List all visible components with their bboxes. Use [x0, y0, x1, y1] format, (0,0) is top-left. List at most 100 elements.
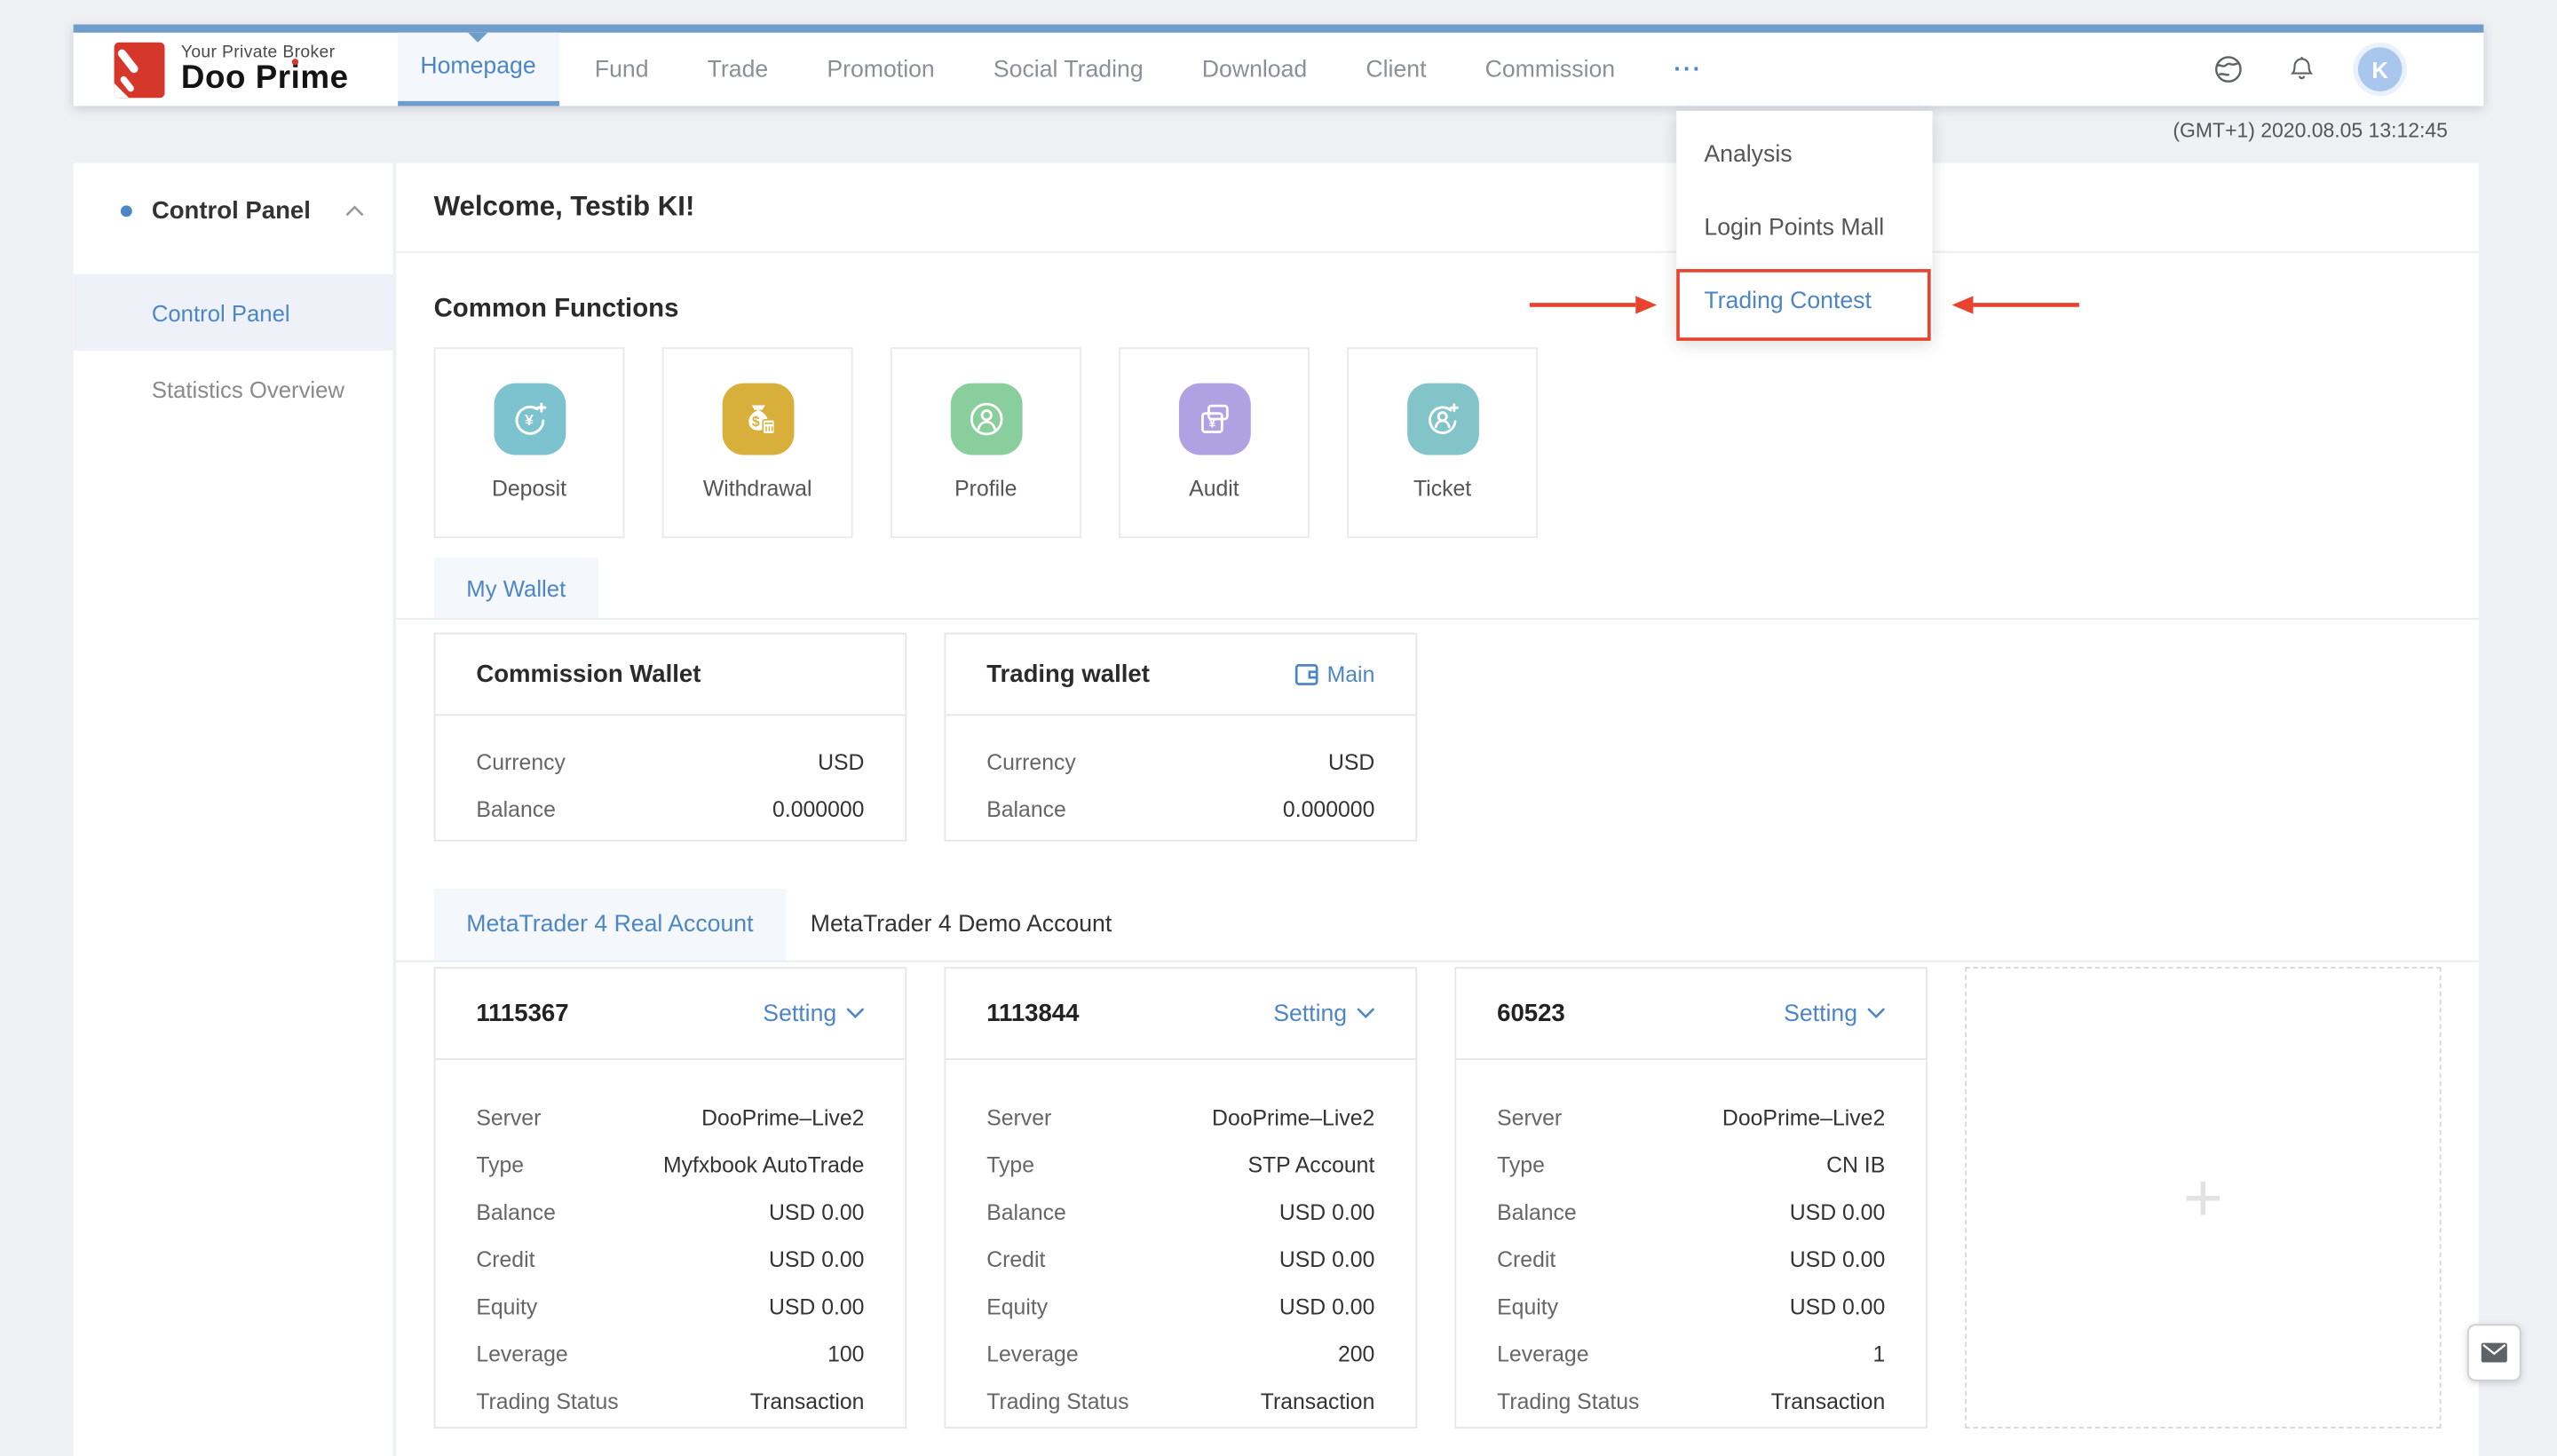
- account-row-leverage: Leverage100: [476, 1331, 864, 1378]
- sidebar-group-control-panel[interactable]: Control Panel: [74, 163, 393, 258]
- setting-dropdown-button[interactable]: Setting: [1784, 1001, 1885, 1026]
- brand-name: Doo Prime: [181, 62, 349, 97]
- profile-label: Profile: [954, 476, 1017, 501]
- ticket-card[interactable]: Ticket: [1347, 347, 1538, 538]
- setting-dropdown-button[interactable]: Setting: [1273, 1001, 1374, 1026]
- account-row-trading-status: Trading StatusTransaction: [986, 1378, 1374, 1425]
- withdrawal-card[interactable]: $ Withdrawal: [662, 347, 853, 538]
- wallet-row-currency: CurrencyUSD: [986, 739, 1374, 786]
- audit-label: Audit: [1189, 476, 1239, 501]
- account-row-credit: CreditUSD 0.00: [1497, 1236, 1885, 1283]
- deposit-card[interactable]: ¥ Deposit: [434, 347, 625, 538]
- withdrawal-icon: $: [722, 384, 794, 455]
- menu-item-login-points-mall[interactable]: Login Points Mall: [1676, 191, 1932, 265]
- common-functions-title: Common Functions: [434, 295, 2442, 324]
- doo-prime-logo[interactable]: Your Private Broker Doo Prime: [115, 33, 349, 107]
- nav-homepage[interactable]: Homepage: [398, 33, 559, 107]
- nav-client[interactable]: Client: [1343, 33, 1450, 107]
- account-row-leverage: Leverage1: [1497, 1331, 1885, 1378]
- account-row-server: ServerDooPrime–Live2: [1497, 1094, 1885, 1141]
- nav-trade[interactable]: Trade: [685, 33, 791, 107]
- notifications-bell-icon[interactable]: [2286, 52, 2317, 87]
- menu-item-trading-contest[interactable]: Trading Contest: [1676, 265, 1932, 338]
- nav-promotion[interactable]: Promotion: [804, 33, 958, 107]
- tab-mt4-real-account[interactable]: MetaTrader 4 Real Account: [434, 889, 787, 961]
- account-card-1115367: 1115367 Setting ServerDooPrime–Live2 Typ…: [434, 967, 907, 1428]
- nav-fund[interactable]: Fund: [572, 33, 671, 107]
- commission-wallet-card: Commission Wallet CurrencyUSD Balance0.0…: [434, 633, 907, 842]
- account-row-server: ServerDooPrime–Live2: [986, 1094, 1374, 1141]
- svg-text:$: $: [751, 415, 759, 430]
- trading-wallet-card: Trading wallet Main CurrencyUSD Balance0…: [944, 633, 1417, 842]
- account-row-trading-status: Trading StatusTransaction: [1497, 1378, 1885, 1425]
- account-row-leverage: Leverage200: [986, 1331, 1374, 1378]
- ticket-icon: [1406, 384, 1478, 455]
- main-nav: Homepage Fund Trade Promotion Social Tra…: [391, 33, 1731, 107]
- brand-text: Your Private Broker Doo Prime: [181, 43, 349, 97]
- deposit-icon: ¥: [494, 384, 566, 455]
- account-row-credit: CreditUSD 0.00: [476, 1236, 864, 1283]
- account-card-60523: 60523 Setting ServerDooPrime–Live2 TypeC…: [1454, 967, 1928, 1428]
- header-actions: K: [2212, 33, 2403, 107]
- wallet-cards-row: Commission Wallet CurrencyUSD Balance0.0…: [434, 633, 2442, 842]
- account-row-trading-status: Trading StatusTransaction: [476, 1378, 864, 1425]
- svg-text:¥: ¥: [524, 411, 533, 429]
- wallet-row-balance: Balance0.000000: [986, 786, 1374, 833]
- wallet-icon: [1294, 663, 1319, 686]
- nav-download[interactable]: Download: [1179, 33, 1330, 107]
- account-row-type: TypeSTP Account: [986, 1142, 1374, 1189]
- doo-prime-logo-icon: [115, 42, 165, 97]
- add-account-card[interactable]: +: [1965, 967, 2441, 1428]
- nav-more[interactable]: ···: [1651, 33, 1726, 107]
- trading-wallet-title: Trading wallet: [986, 661, 1150, 688]
- sidebar: Control Panel Control Panel Statistics O…: [74, 163, 393, 1456]
- page: Your Private Broker Doo Prime Homepage F…: [0, 0, 2557, 1456]
- annotation-arrow-right-icon: [1528, 294, 1658, 317]
- account-row-equity: EquityUSD 0.00: [986, 1284, 1374, 1331]
- contact-mail-button[interactable]: [2467, 1324, 2521, 1381]
- wallet-row-currency: CurrencyUSD: [476, 739, 864, 786]
- active-tab-caret-icon: [469, 33, 488, 43]
- mail-icon: [2479, 1339, 2510, 1366]
- chevron-up-icon: [345, 205, 363, 217]
- sidebar-item-control-panel[interactable]: Control Panel: [74, 274, 393, 351]
- welcome-message: Welcome, Testib KI!: [434, 191, 695, 224]
- commission-wallet-title: Commission Wallet: [435, 634, 905, 716]
- more-menu-dropdown: Analysis Login Points Mall Trading Conte…: [1676, 111, 1932, 341]
- profile-icon: [950, 384, 1022, 455]
- svg-text:¥: ¥: [1207, 416, 1215, 431]
- sidebar-item-statistics-overview[interactable]: Statistics Overview: [74, 351, 393, 427]
- profile-card[interactable]: Profile: [891, 347, 1081, 538]
- menu-item-analysis[interactable]: Analysis: [1676, 117, 1932, 191]
- account-tab-row: MetaTrader 4 Real Account MetaTrader 4 D…: [396, 889, 2479, 962]
- account-row-equity: EquityUSD 0.00: [1497, 1284, 1885, 1331]
- nav-social-trading[interactable]: Social Trading: [970, 33, 1166, 107]
- audit-card[interactable]: ¥ Audit: [1119, 347, 1310, 538]
- account-row-balance: BalanceUSD 0.00: [1497, 1189, 1885, 1236]
- account-row-credit: CreditUSD 0.00: [986, 1236, 1374, 1283]
- top-header: Your Private Broker Doo Prime Homepage F…: [74, 25, 2484, 107]
- account-number: 1113844: [986, 1000, 1079, 1027]
- wallet-tab-row: My Wallet: [396, 558, 2479, 620]
- tab-mt4-demo-account[interactable]: MetaTrader 4 Demo Account: [786, 889, 1136, 961]
- user-avatar[interactable]: K: [2358, 47, 2403, 91]
- nav-commission[interactable]: Commission: [1462, 33, 1638, 107]
- chevron-down-icon: [1357, 1008, 1374, 1019]
- welcome-banner: Welcome, Testib KI!: [396, 163, 2479, 253]
- common-functions-row: ¥ Deposit $ Withdrawal: [434, 347, 2442, 538]
- wallet-row-balance: Balance0.000000: [476, 786, 864, 833]
- annotation-arrow-left-icon: [1951, 294, 2081, 317]
- server-timestamp: (GMT+1) 2020.08.05 13:12:45: [2173, 119, 2448, 142]
- withdrawal-label: Withdrawal: [703, 476, 812, 501]
- account-number: 60523: [1497, 1000, 1565, 1027]
- main-content: Welcome, Testib KI! Common Functions ¥ D…: [396, 163, 2479, 1456]
- main-wallet-link[interactable]: Main: [1294, 662, 1374, 687]
- account-cards-row: 1115367 Setting ServerDooPrime–Live2 Typ…: [434, 967, 2442, 1428]
- tab-my-wallet[interactable]: My Wallet: [434, 558, 598, 618]
- account-card-1113844: 1113844 Setting ServerDooPrime–Live2 Typ…: [944, 967, 1417, 1428]
- plus-icon: +: [2183, 1164, 2223, 1232]
- account-row-balance: BalanceUSD 0.00: [476, 1189, 864, 1236]
- account-row-server: ServerDooPrime–Live2: [476, 1094, 864, 1141]
- setting-dropdown-button[interactable]: Setting: [763, 1001, 864, 1026]
- language-globe-icon[interactable]: [2212, 52, 2246, 87]
